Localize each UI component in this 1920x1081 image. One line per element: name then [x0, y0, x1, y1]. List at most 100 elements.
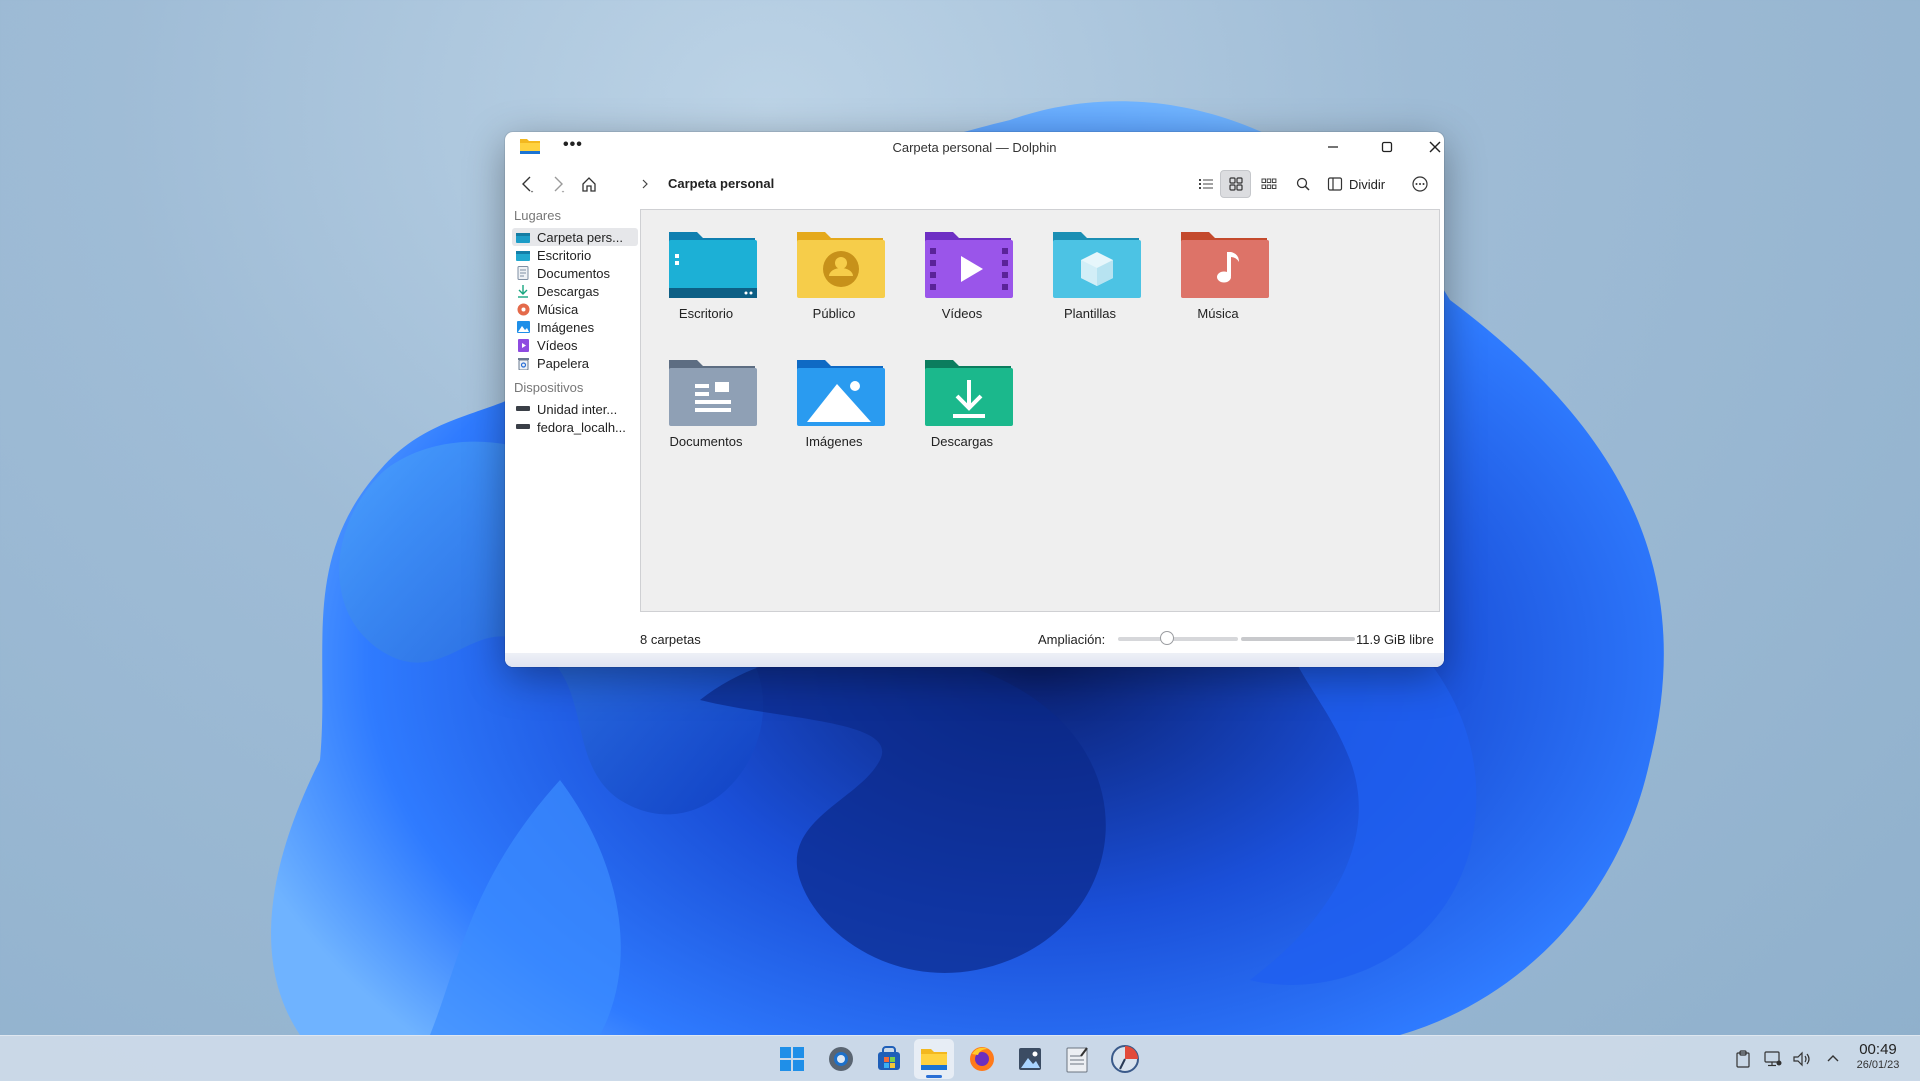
taskbar-discover[interactable]	[869, 1039, 909, 1079]
sidebar-item-home[interactable]: Carpeta pers...	[512, 228, 638, 246]
sidebar-item-label: Imágenes	[537, 319, 595, 335]
sidebar-item-label: Escritorio	[537, 247, 592, 263]
folder-descargas[interactable]: Descargas	[902, 348, 1022, 458]
templates-folder-icon	[1053, 232, 1141, 298]
breadcrumb-chevron-icon[interactable]	[640, 177, 650, 195]
split-button[interactable]: Dividir	[1327, 170, 1385, 198]
clock[interactable]: 00:49 26/01/23	[1846, 1041, 1910, 1071]
sidebar-item-music[interactable]: Música	[512, 300, 638, 318]
dolphin-window: ••• Carpeta personal — Dolphin Carpeta p…	[505, 132, 1444, 667]
documents-folder-icon	[669, 360, 757, 426]
sidebar-item-label: Documentos	[537, 265, 610, 281]
sidebar-item-documents[interactable]: Documentos	[512, 264, 638, 282]
sidebar-item-fedora-drive[interactable]: fedora_localh...	[512, 418, 638, 436]
status-bar: 8 carpetas Ampliación: 11.9 GiB libre	[505, 626, 1444, 652]
sidebar-item-label: Unidad inter...	[537, 401, 618, 417]
clock-time: 00:49	[1859, 1041, 1897, 1058]
icons-view-button[interactable]	[1220, 170, 1251, 198]
folder-label: Vídeos	[941, 306, 983, 321]
volume-tray-icon[interactable]	[1791, 1048, 1813, 1070]
free-space-fill	[1241, 637, 1355, 641]
documents-icon	[516, 266, 530, 280]
folder-label: Plantillas	[1063, 306, 1117, 321]
folder-label: Música	[1197, 306, 1239, 321]
drive-icon	[516, 420, 530, 434]
close-button[interactable]	[1426, 135, 1444, 159]
taskbar-file-manager[interactable]	[914, 1039, 954, 1079]
folder-escritorio[interactable]: Escritorio	[646, 220, 766, 330]
breadcrumb[interactable]: Carpeta personal	[668, 176, 774, 191]
zoom-label: Ampliación:	[1038, 632, 1106, 647]
folder-count: 8 carpetas	[640, 632, 701, 647]
hamburger-menu-button[interactable]	[1405, 170, 1435, 198]
folder-label: Público	[812, 306, 856, 321]
folder-documentos[interactable]: Documentos	[646, 348, 766, 458]
search-icon	[1296, 177, 1310, 191]
folder-label: Documentos	[669, 434, 743, 449]
places-panel: Lugares Carpeta pers... Escritorio Docum…	[505, 208, 638, 628]
split-view-icon	[1327, 177, 1343, 191]
maximize-button[interactable]	[1372, 135, 1402, 159]
taskbar-settings[interactable]	[821, 1039, 861, 1079]
zoom-slider[interactable]	[1118, 631, 1238, 645]
sidebar-item-label: Carpeta pers...	[537, 229, 623, 245]
file-manager-icon	[921, 1049, 947, 1070]
folder-label: Descargas	[930, 434, 994, 449]
desktop-folder-icon	[669, 232, 757, 298]
drive-icon	[516, 402, 530, 416]
folder-label: Escritorio	[678, 306, 734, 321]
clipboard-tray-icon[interactable]	[1732, 1048, 1754, 1070]
taskbar-system-monitor[interactable]	[1105, 1039, 1145, 1079]
network-tray-icon[interactable]	[1762, 1048, 1784, 1070]
window-title: Carpeta personal — Dolphin	[892, 140, 1057, 155]
back-button[interactable]	[512, 170, 542, 198]
system-monitor-icon	[1111, 1045, 1139, 1073]
search-button[interactable]	[1288, 170, 1318, 198]
music-icon	[516, 302, 530, 316]
folder-view[interactable]: Escritorio Público Vídeos Plantillas Mús…	[640, 209, 1440, 612]
split-button-label: Dividir	[1349, 176, 1386, 192]
title-bar[interactable]: ••• Carpeta personal — Dolphin	[505, 132, 1444, 162]
sidebar-item-label: Vídeos	[537, 337, 578, 353]
sidebar-item-internal-drive[interactable]: Unidad inter...	[512, 400, 638, 418]
taskbar-firefox[interactable]	[962, 1039, 1002, 1079]
pictures-folder-icon	[797, 360, 885, 426]
taskbar-image-viewer[interactable]	[1010, 1039, 1050, 1079]
places-section-title: Lugares	[514, 208, 561, 223]
start-menu-icon	[780, 1047, 804, 1071]
more-icon	[1412, 176, 1428, 192]
folder-publico[interactable]: Público	[774, 220, 894, 330]
toolbar: Carpeta personal Dividir	[505, 166, 1444, 202]
sidebar-item-label: Música	[537, 301, 579, 317]
minimize-button[interactable]	[1318, 135, 1348, 159]
sidebar-item-downloads[interactable]: Descargas	[512, 282, 638, 300]
firefox-icon	[970, 1047, 994, 1071]
pictures-icon	[516, 320, 530, 334]
compact-view-button[interactable]	[1254, 170, 1284, 198]
zoom-slider-handle[interactable]	[1160, 631, 1174, 645]
folder-musica[interactable]: Música	[1158, 220, 1278, 330]
home-button[interactable]	[574, 170, 604, 198]
sidebar-item-videos[interactable]: Vídeos	[512, 336, 638, 354]
sidebar-item-desktop[interactable]: Escritorio	[512, 246, 638, 264]
text-editor-icon	[1066, 1047, 1088, 1073]
folder-plantillas[interactable]: Plantillas	[1030, 220, 1150, 330]
devices-section-title: Dispositivos	[514, 380, 584, 395]
details-view-button[interactable]	[1191, 170, 1221, 198]
taskbar: 00:49 26/01/23	[0, 1035, 1920, 1081]
taskbar-text-editor[interactable]	[1057, 1039, 1097, 1079]
clock-date: 26/01/23	[1856, 1059, 1900, 1071]
folder-label: Imágenes	[805, 434, 863, 449]
tray-expand-chevron-icon[interactable]	[1822, 1048, 1844, 1070]
folder-videos[interactable]: Vídeos	[902, 220, 1022, 330]
sidebar-item-trash[interactable]: Papelera	[512, 354, 638, 372]
desktop-folder-icon	[516, 248, 530, 262]
downloads-icon	[516, 284, 530, 298]
folder-imagenes[interactable]: Imágenes	[774, 348, 894, 458]
sidebar-item-label: Descargas	[537, 283, 600, 299]
home-folder-icon	[516, 230, 530, 244]
sidebar-item-pictures[interactable]: Imágenes	[512, 318, 638, 336]
start-menu-button[interactable]	[772, 1039, 812, 1079]
videos-folder-icon	[925, 232, 1013, 298]
forward-button[interactable]	[543, 170, 573, 198]
